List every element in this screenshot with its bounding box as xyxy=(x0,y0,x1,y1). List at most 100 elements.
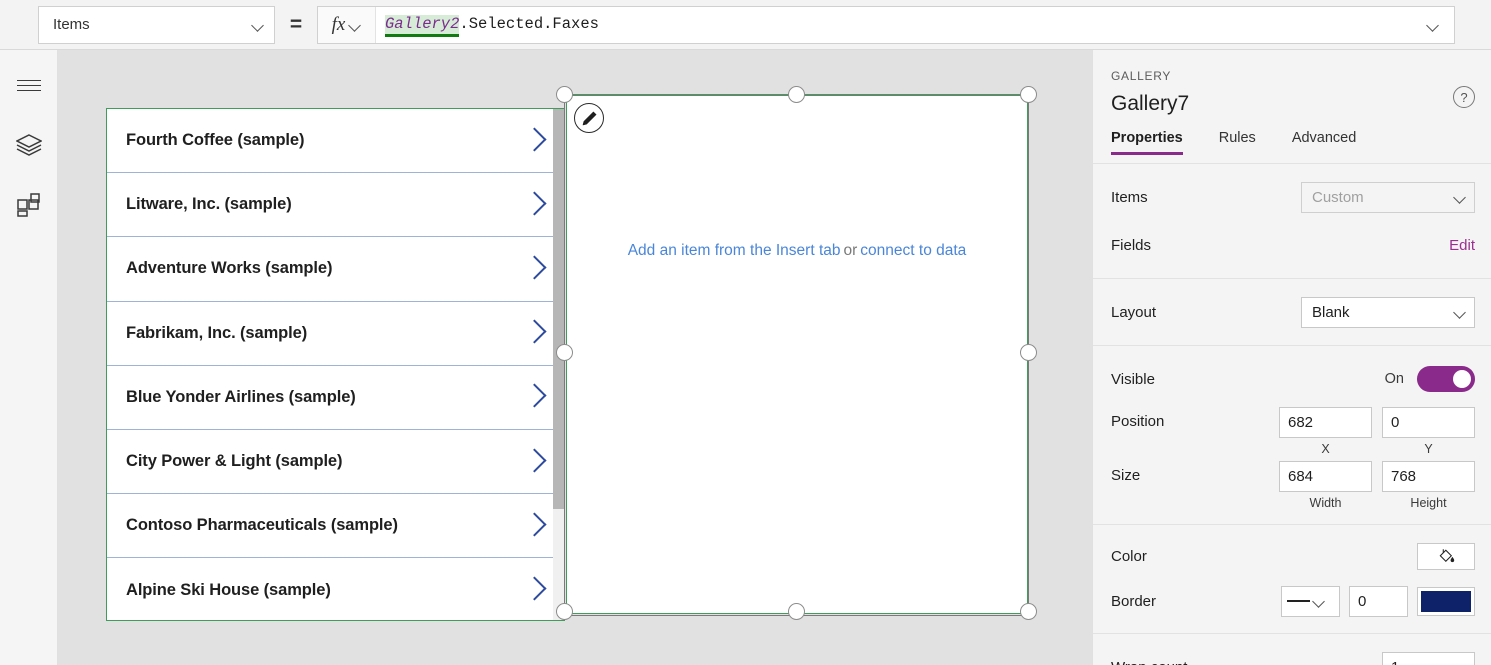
fx-icon: fx xyxy=(331,14,346,35)
size-width-field: 684 Width xyxy=(1279,461,1372,510)
position-y-field: 0 Y xyxy=(1382,407,1475,456)
gallery-empty-message: Add an item from the Insert tab or connect… xyxy=(567,243,1027,259)
border-color-swatch xyxy=(1421,590,1471,612)
gallery-row[interactable]: Contoso Pharmaceuticals (sample) xyxy=(107,494,564,559)
gallery-left[interactable]: Fourth Coffee (sample) Litware, Inc. (sam… xyxy=(106,108,565,621)
panel-group-appearance: Color Border 0 xyxy=(1093,525,1491,633)
property-row-wrap-count: Wrap count 1 xyxy=(1093,643,1491,665)
panel-group-layout: Layout Blank xyxy=(1093,279,1491,345)
size-width-input[interactable]: 684 xyxy=(1279,461,1372,492)
position-fields: 682 X 0 Y xyxy=(1279,407,1475,456)
panel-group-wrap: Wrap count 1 xyxy=(1093,634,1491,665)
resize-handle-bottom-right[interactable] xyxy=(1020,603,1037,620)
empty-message-separator: or xyxy=(843,242,858,259)
resize-handle-top-right[interactable] xyxy=(1020,86,1037,103)
property-label-color: Color xyxy=(1111,547,1147,565)
property-label-size: Size xyxy=(1111,467,1141,484)
size-width-caption: Width xyxy=(1309,496,1342,510)
gallery-row[interactable]: City Power & Light (sample) xyxy=(107,429,564,495)
visible-toggle[interactable] xyxy=(1417,366,1475,392)
tab-properties[interactable]: Properties xyxy=(1111,130,1183,155)
layers-icon xyxy=(16,134,42,156)
property-label-visible: Visible xyxy=(1111,370,1155,388)
tab-advanced[interactable]: Advanced xyxy=(1292,130,1357,155)
formula-reference-token: Gallery2 xyxy=(385,14,460,37)
position-y-caption: Y xyxy=(1424,442,1433,456)
items-dropdown[interactable]: Custom xyxy=(1301,181,1475,213)
gallery-row[interactable]: Litware, Inc. (sample) xyxy=(107,173,564,238)
gallery-selected[interactable]: Add an item from the Insert tab or connect… xyxy=(566,95,1028,614)
resize-handle-top-left[interactable] xyxy=(556,86,573,103)
resize-handle-bottom-center[interactable] xyxy=(788,603,805,620)
position-y-input[interactable]: 0 xyxy=(1382,407,1475,438)
border-controls: 0 xyxy=(1281,585,1475,617)
question-mark-icon[interactable]: ? xyxy=(1453,86,1475,108)
edit-gallery-button[interactable] xyxy=(574,103,604,133)
position-x-input[interactable]: 682 xyxy=(1279,407,1372,438)
panel-tabs: Properties Rules Advanced xyxy=(1093,130,1491,164)
gallery-row[interactable]: Fabrikam, Inc. (sample) xyxy=(107,301,564,366)
property-label-layout: Layout xyxy=(1111,303,1157,321)
gallery-row[interactable]: Blue Yonder Airlines (sample) xyxy=(107,365,564,430)
sidebar-item-hamburger-menu[interactable] xyxy=(0,55,58,115)
fx-button[interactable]: fx xyxy=(318,6,376,43)
scrollbar-thumb[interactable] xyxy=(553,109,564,509)
border-color-button[interactable] xyxy=(1417,586,1475,616)
border-width-input[interactable]: 0 xyxy=(1349,585,1408,617)
gallery-row[interactable]: Alpine Ski House (sample) xyxy=(107,558,564,620)
properties-panel: GALLERY Gallery7 ? Properties Rules Adva… xyxy=(1092,50,1491,665)
property-label-position: Position xyxy=(1111,413,1165,430)
chevron-down-icon xyxy=(1313,595,1325,607)
resize-handle-middle-left[interactable] xyxy=(556,344,573,361)
resize-handle-middle-right[interactable] xyxy=(1020,344,1037,361)
left-rail xyxy=(0,50,58,665)
property-selector-dropdown[interactable]: Items xyxy=(38,5,275,44)
property-row-layout: Layout Blank xyxy=(1093,288,1491,336)
paint-bucket-icon xyxy=(1439,548,1454,562)
visible-toggle-state: On xyxy=(1384,371,1404,387)
layout-dropdown-value: Blank xyxy=(1312,303,1350,321)
property-row-position: Position 682 X 0 Y xyxy=(1093,403,1491,457)
items-dropdown-value: Custom xyxy=(1312,188,1364,206)
tab-rules[interactable]: Rules xyxy=(1219,130,1256,155)
wrap-count-input[interactable]: 1 xyxy=(1382,651,1475,665)
gallery-row[interactable]: Adventure Works (sample) xyxy=(107,237,564,302)
gallery-left-scrollbar[interactable] xyxy=(553,109,564,620)
formula-rest: .Selected.Faxes xyxy=(459,14,599,33)
property-label-border: Border xyxy=(1111,592,1157,610)
formula-text: Gallery2.Selected.Faxes xyxy=(376,14,1412,37)
app-canvas: Fourth Coffee (sample) Litware, Inc. (sam… xyxy=(58,50,1092,665)
sidebar-item-insert-components[interactable] xyxy=(0,175,58,235)
chevron-down-icon xyxy=(1454,306,1466,318)
fields-edit-link[interactable]: Edit xyxy=(1449,237,1475,254)
property-row-fields: Fields Edit xyxy=(1093,221,1491,269)
size-height-input[interactable]: 768 xyxy=(1382,461,1475,492)
formula-input[interactable]: fx Gallery2.Selected.Faxes xyxy=(317,5,1455,44)
size-height-caption: Height xyxy=(1410,496,1447,510)
equals-sign: = xyxy=(289,12,303,36)
property-row-size: Size 684 Width 768 Height xyxy=(1093,457,1491,515)
chevron-down-icon xyxy=(252,19,264,31)
gallery-row-title: Fabrikam, Inc. (sample) xyxy=(126,323,308,342)
resize-handle-bottom-left[interactable] xyxy=(556,603,573,620)
gallery-row-title: Litware, Inc. (sample) xyxy=(126,195,292,214)
formula-bar: Items = fx Gallery2.Selected.Faxes xyxy=(0,0,1491,50)
resize-handle-top-center[interactable] xyxy=(788,86,805,103)
solid-line-icon xyxy=(1287,600,1310,602)
insert-tab-link[interactable]: Add an item from the Insert tab xyxy=(628,242,841,259)
gallery-row[interactable]: Fourth Coffee (sample) xyxy=(107,109,564,174)
formula-expand-button[interactable] xyxy=(1412,7,1454,43)
size-fields: 684 Width 768 Height xyxy=(1279,461,1475,510)
layout-dropdown[interactable]: Blank xyxy=(1301,296,1475,328)
sidebar-item-tree-view[interactable] xyxy=(0,115,58,175)
border-style-dropdown[interactable] xyxy=(1281,585,1340,617)
chevron-down-icon xyxy=(1454,191,1466,203)
toggle-knob xyxy=(1453,370,1471,388)
panel-title: Gallery7 xyxy=(1111,92,1190,115)
gallery-row-title: Alpine Ski House (sample) xyxy=(126,580,331,599)
connect-to-data-link[interactable]: connect to data xyxy=(860,242,966,259)
panel-group-layout-metrics: Visible On Position 682 X 0 Y Size 684 W… xyxy=(1093,346,1491,524)
position-x-field: 682 X xyxy=(1279,407,1372,456)
property-row-visible: Visible On xyxy=(1093,355,1491,403)
color-picker-button[interactable] xyxy=(1417,542,1475,570)
